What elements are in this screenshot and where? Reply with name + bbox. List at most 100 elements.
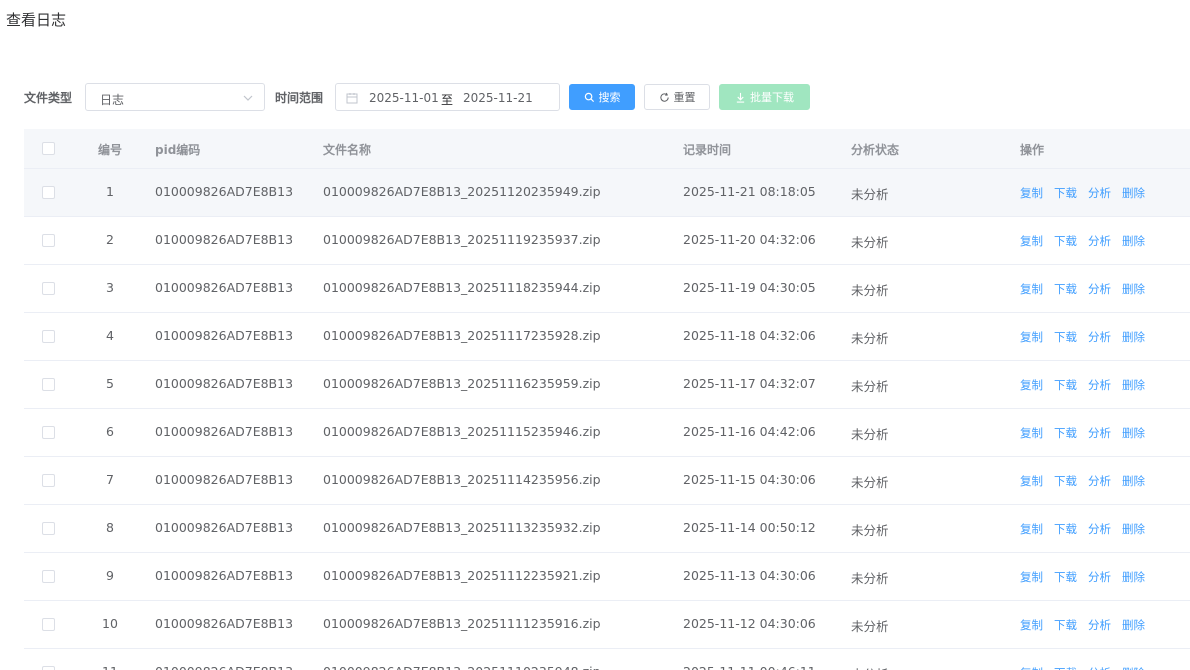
delete-link[interactable]: 删除 [1122,425,1145,441]
cell-no: 1 [106,184,114,199]
copy-link[interactable]: 复制 [1020,521,1043,537]
copy-link[interactable]: 复制 [1020,185,1043,201]
date-end-input[interactable]: 2025-11-21 [463,91,533,105]
table-row[interactable]: 7 010009826AD7E8B13 010009826AD7E8B13_2025… [24,457,1190,505]
delete-link[interactable]: 删除 [1122,329,1145,345]
delete-link[interactable]: 删除 [1122,617,1145,633]
copy-link[interactable]: 复制 [1020,617,1043,633]
analyze-link[interactable]: 分析 [1088,329,1111,345]
date-start-input[interactable]: 2025-11-01 [369,91,439,105]
download-link[interactable]: 下载 [1054,329,1077,345]
copy-link[interactable]: 复制 [1020,473,1043,489]
search-button[interactable]: 搜索 [569,84,635,110]
batch-download-button[interactable]: 批量下载 [719,84,810,110]
table-row[interactable]: 2 010009826AD7E8B13 010009826AD7E8B13_2025… [24,217,1190,265]
copy-link[interactable]: 复制 [1020,665,1043,670]
cell-analysis-status: 未分析 [851,283,889,298]
row-checkbox[interactable] [42,234,55,247]
table-row[interactable]: 11 010009826AD7E8B13 010009826AD7E8B13_202… [24,649,1190,670]
cell-analysis-status: 未分析 [851,523,889,538]
download-link[interactable]: 下载 [1054,521,1077,537]
column-header-actions: 操作 [1020,143,1045,157]
cell-no: 7 [106,472,114,487]
analyze-link[interactable]: 分析 [1088,521,1111,537]
copy-link[interactable]: 复制 [1020,233,1043,249]
cell-filename: 010009826AD7E8B13_20251118235944.zip [323,280,601,295]
row-checkbox[interactable] [42,522,55,535]
cell-pid: 010009826AD7E8B13 [155,520,294,535]
date-separator: 至 [441,93,454,107]
download-link[interactable]: 下载 [1054,569,1077,585]
delete-link[interactable]: 删除 [1122,473,1145,489]
copy-link[interactable]: 复制 [1020,329,1043,345]
delete-link[interactable]: 删除 [1122,665,1145,670]
analyze-link[interactable]: 分析 [1088,473,1111,489]
cell-analysis-status: 未分析 [851,571,889,586]
row-actions: 复制下载分析删除 [1020,617,1145,633]
cell-analysis-status: 未分析 [851,235,889,250]
table-body: 1 010009826AD7E8B13 010009826AD7E8B13_2025… [24,169,1190,670]
table-row[interactable]: 3 010009826AD7E8B13 010009826AD7E8B13_2025… [24,265,1190,313]
row-checkbox[interactable] [42,426,55,439]
download-link[interactable]: 下载 [1054,425,1077,441]
file-type-select[interactable]: 日志 [85,83,265,111]
delete-link[interactable]: 删除 [1122,377,1145,393]
table-header: 编号 pid编码 文件名称 记录时间 分析状态 操作 [24,129,1190,169]
table-row[interactable]: 9 010009826AD7E8B13 010009826AD7E8B13_2025… [24,553,1190,601]
row-checkbox[interactable] [42,330,55,343]
table-row[interactable]: 5 010009826AD7E8B13 010009826AD7E8B13_2025… [24,361,1190,409]
download-icon [736,92,745,103]
download-link[interactable]: 下载 [1054,377,1077,393]
analyze-link[interactable]: 分析 [1088,665,1111,670]
download-link[interactable]: 下载 [1054,473,1077,489]
copy-link[interactable]: 复制 [1020,281,1043,297]
table-row[interactable]: 4 010009826AD7E8B13 010009826AD7E8B13_2025… [24,313,1190,361]
cell-no: 4 [106,328,114,343]
cell-record-time: 2025-11-11 00:46:11 [683,664,816,670]
delete-link[interactable]: 删除 [1122,521,1145,537]
column-header-file: 文件名称 [323,143,372,157]
row-checkbox[interactable] [42,282,55,295]
delete-link[interactable]: 删除 [1122,569,1145,585]
row-checkbox[interactable] [42,618,55,631]
row-checkbox[interactable] [42,666,55,670]
reset-button[interactable]: 重置 [644,84,710,110]
copy-link[interactable]: 复制 [1020,425,1043,441]
row-checkbox[interactable] [42,378,55,391]
chevron-down-icon [243,95,253,101]
analyze-link[interactable]: 分析 [1088,233,1111,249]
analyze-link[interactable]: 分析 [1088,281,1111,297]
search-button-label: 搜索 [598,91,621,104]
download-link[interactable]: 下载 [1054,233,1077,249]
table-row[interactable]: 6 010009826AD7E8B13 010009826AD7E8B13_2025… [24,409,1190,457]
download-link[interactable]: 下载 [1054,665,1077,670]
analyze-link[interactable]: 分析 [1088,185,1111,201]
cell-filename: 010009826AD7E8B13_20251117235928.zip [323,328,601,343]
table-row[interactable]: 1 010009826AD7E8B13 010009826AD7E8B13_2025… [24,169,1190,217]
delete-link[interactable]: 删除 [1122,281,1145,297]
analyze-link[interactable]: 分析 [1088,425,1111,441]
download-link[interactable]: 下载 [1054,281,1077,297]
row-actions: 复制下载分析删除 [1020,521,1145,537]
select-all-checkbox[interactable] [42,142,55,155]
filter-toolbar: 文件类型 日志 时间范围 2025-11-01 至 2025-11-21 搜索 … [24,83,924,111]
cell-pid: 010009826AD7E8B13 [155,328,294,343]
cell-record-time: 2025-11-15 04:30:06 [683,472,816,487]
row-actions: 复制下载分析删除 [1020,425,1145,441]
analyze-link[interactable]: 分析 [1088,377,1111,393]
analyze-link[interactable]: 分析 [1088,617,1111,633]
table-row[interactable]: 8 010009826AD7E8B13 010009826AD7E8B13_2025… [24,505,1190,553]
delete-link[interactable]: 删除 [1122,233,1145,249]
download-link[interactable]: 下载 [1054,617,1077,633]
cell-analysis-status: 未分析 [851,619,889,634]
analyze-link[interactable]: 分析 [1088,569,1111,585]
copy-link[interactable]: 复制 [1020,377,1043,393]
row-checkbox[interactable] [42,570,55,583]
row-checkbox[interactable] [42,474,55,487]
table-row[interactable]: 10 010009826AD7E8B13 010009826AD7E8B13_202… [24,601,1190,649]
delete-link[interactable]: 删除 [1122,185,1145,201]
date-range-picker[interactable]: 2025-11-01 至 2025-11-21 [335,83,560,111]
download-link[interactable]: 下载 [1054,185,1077,201]
copy-link[interactable]: 复制 [1020,569,1043,585]
row-checkbox[interactable] [42,186,55,199]
